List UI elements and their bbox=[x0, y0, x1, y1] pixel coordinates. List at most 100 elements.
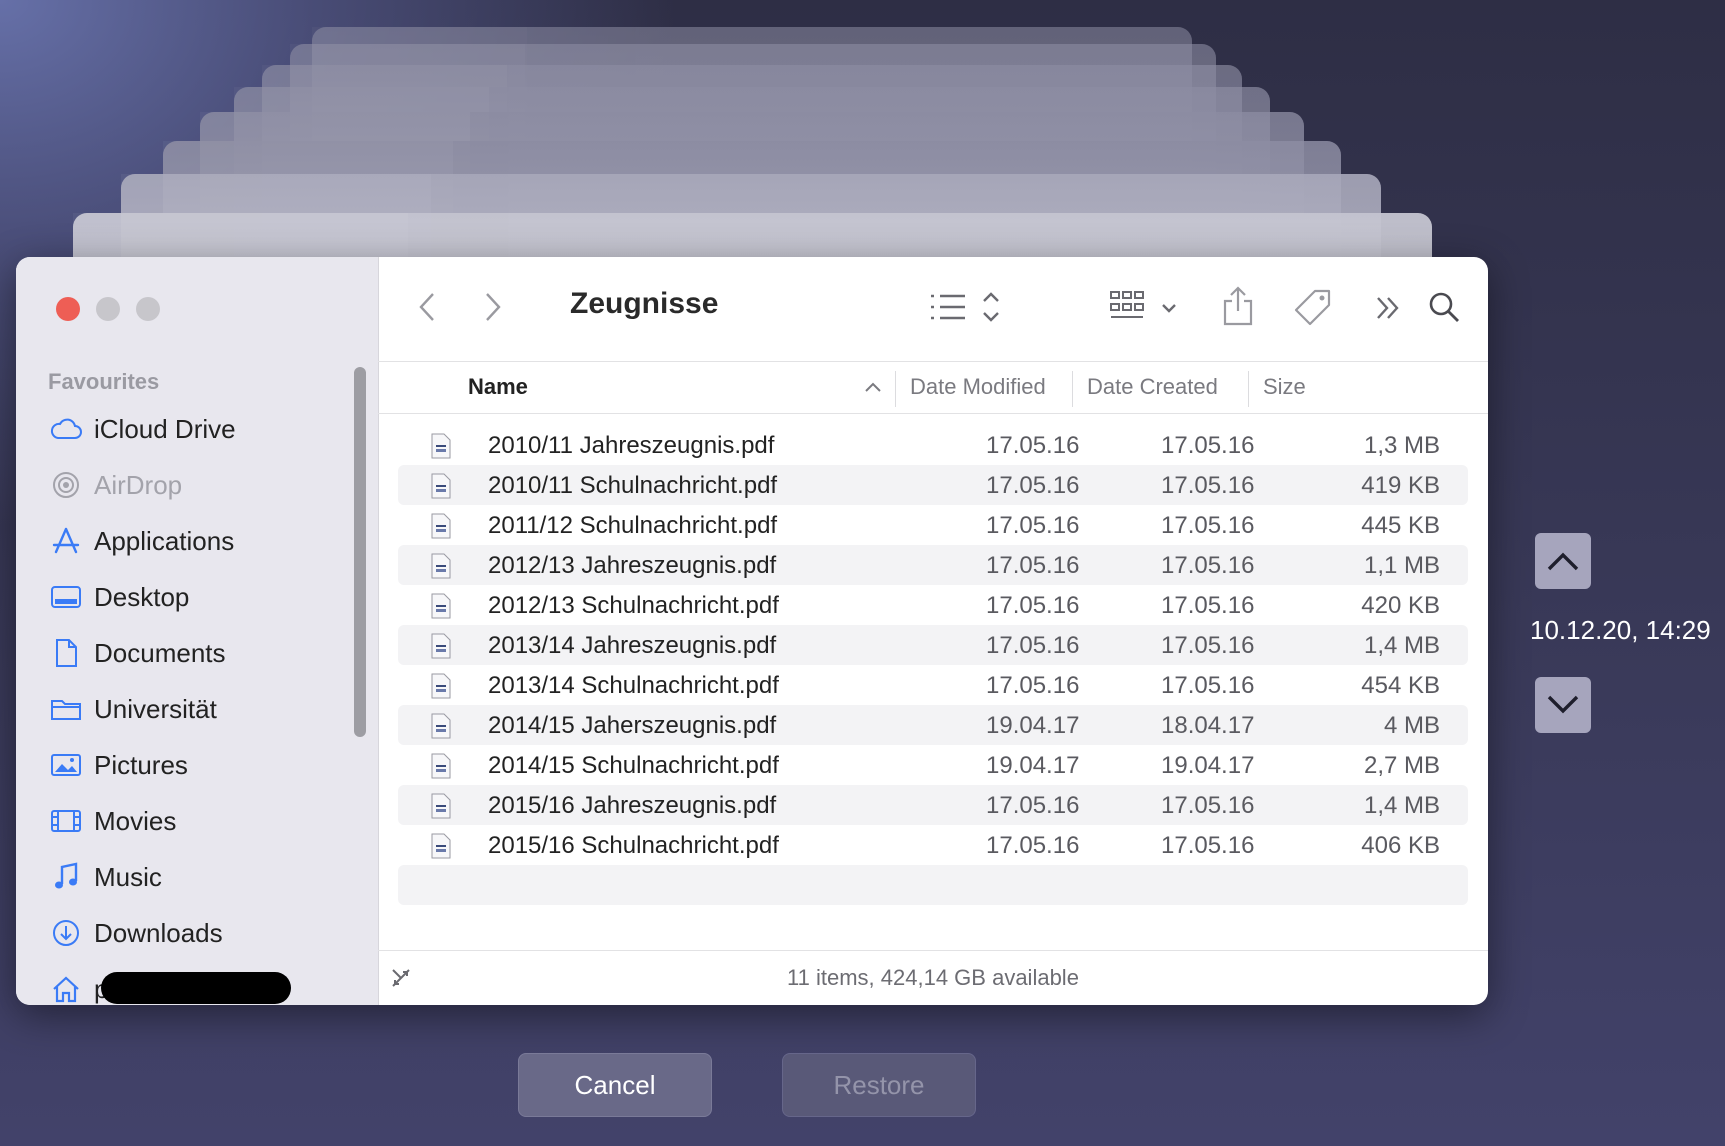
file-date-created: 17.05.16 bbox=[1161, 632, 1255, 659]
column-header-date-created[interactable]: Date Created bbox=[1087, 361, 1218, 413]
grid-view-icon bbox=[1110, 291, 1176, 318]
column-header-date-modified[interactable]: Date Modified bbox=[910, 361, 1046, 413]
search-button[interactable] bbox=[1426, 289, 1462, 325]
file-date-modified: 17.05.16 bbox=[986, 552, 1080, 579]
list-view-icon bbox=[931, 292, 999, 322]
snapshot-timestamp: 10.12.20, 14:29 bbox=[1530, 615, 1711, 645]
group-button[interactable] bbox=[1108, 287, 1188, 327]
file-date-created: 17.05.16 bbox=[1161, 512, 1255, 539]
file-name: 2013/14 Schulnachricht.pdf bbox=[488, 672, 779, 699]
list-view-button[interactable] bbox=[928, 287, 1008, 327]
file-row[interactable]: 2010/11 Schulnachricht.pdf 17.05.16 17.05.… bbox=[398, 465, 1468, 505]
file-date-modified: 17.05.16 bbox=[986, 432, 1080, 459]
empty-row bbox=[398, 865, 1468, 905]
favourites-heading: Favourites bbox=[48, 369, 160, 394]
file-row[interactable]: 2012/13 Schulnachricht.pdf 17.05.16 17.05.… bbox=[398, 585, 1468, 625]
column-header-name[interactable]: Name bbox=[468, 361, 528, 413]
sidebar-item-music[interactable]: Music bbox=[48, 855, 348, 899]
pdf-file-icon bbox=[431, 673, 451, 699]
file-date-modified: 17.05.16 bbox=[986, 592, 1080, 619]
file-date-created: 17.05.16 bbox=[1161, 832, 1255, 859]
more-toolbar-button[interactable] bbox=[1372, 293, 1404, 323]
file-row[interactable]: 2012/13 Jahreszeugnis.pdf 17.05.16 17.05.1… bbox=[398, 545, 1468, 585]
sidebar-item-movies[interactable]: Movies bbox=[48, 799, 348, 843]
music-icon bbox=[48, 861, 84, 893]
pdf-file-icon bbox=[431, 793, 451, 819]
zoom-button[interactable] bbox=[136, 297, 160, 321]
later-snapshot-button[interactable] bbox=[1535, 677, 1591, 733]
file-name: 2014/15 Schulnachricht.pdf bbox=[488, 752, 779, 779]
sidebar-item-label: Documents bbox=[94, 637, 226, 668]
file-row[interactable]: 2015/16 Schulnachricht.pdf 17.05.16 17.05.… bbox=[398, 825, 1468, 865]
file-size: 4 MB bbox=[1383, 712, 1440, 739]
pdf-file-icon bbox=[431, 833, 451, 859]
file-row[interactable]: 2011/12 Schulnachricht.pdf 17.05.16 17.05.… bbox=[398, 505, 1468, 545]
status-bar: 11 items, 424,14 GB available bbox=[378, 950, 1488, 1005]
file-date-modified: 19.04.17 bbox=[986, 752, 1080, 779]
back-button[interactable] bbox=[412, 289, 442, 325]
folder-icon bbox=[48, 693, 84, 725]
sidebar-item-applications[interactable]: Applications bbox=[48, 519, 348, 563]
sidebar-item-icloud-drive[interactable]: iCloud Drive bbox=[48, 407, 348, 451]
file-size: 419 KB bbox=[1361, 472, 1440, 499]
pdf-file-icon bbox=[431, 433, 451, 459]
chevron-right-icon bbox=[486, 293, 501, 321]
file-name: 2015/16 Jahreszeugnis.pdf bbox=[488, 792, 777, 819]
file-row[interactable]: 2015/16 Jahreszeugnis.pdf 17.05.16 17.05.1… bbox=[398, 785, 1468, 825]
sidebar-item-universitat[interactable]: Universität bbox=[48, 687, 348, 731]
file-row[interactable]: 2014/15 Schulnachricht.pdf 19.04.17 19.04.… bbox=[398, 745, 1468, 785]
file-size: 420 KB bbox=[1361, 592, 1440, 619]
file-date-created: 18.04.17 bbox=[1161, 712, 1255, 739]
chevron-left-icon bbox=[419, 293, 434, 321]
pdf-file-icon bbox=[431, 553, 451, 579]
sidebar-item-downloads[interactable]: Downloads bbox=[48, 911, 348, 955]
column-header-size[interactable]: Size bbox=[1263, 361, 1306, 413]
desktop-icon bbox=[48, 581, 84, 613]
share-button[interactable] bbox=[1218, 283, 1258, 329]
share-icon bbox=[1223, 286, 1253, 326]
file-date-modified: 17.05.16 bbox=[986, 792, 1080, 819]
pdf-file-icon bbox=[431, 633, 451, 659]
file-date-created: 17.05.16 bbox=[1161, 552, 1255, 579]
file-size: 406 KB bbox=[1361, 832, 1440, 859]
tag-button[interactable] bbox=[1292, 287, 1334, 329]
home-icon bbox=[48, 973, 84, 1005]
column-separator[interactable] bbox=[895, 371, 896, 407]
file-size: 445 KB bbox=[1361, 512, 1440, 539]
airdrop-icon bbox=[48, 469, 84, 501]
sidebar-item-label: Universität bbox=[94, 693, 217, 724]
file-size: 2,7 MB bbox=[1363, 752, 1440, 779]
sidebar-item-airdrop[interactable]: AirDrop bbox=[48, 463, 348, 507]
file-name: 2010/11 Schulnachricht.pdf bbox=[488, 472, 778, 499]
restore-button[interactable]: Restore bbox=[782, 1053, 976, 1117]
file-name: 2011/12 Schulnachricht.pdf bbox=[488, 512, 778, 539]
finder-window: Favourites iCloud Drive AirDrop Applicat… bbox=[16, 257, 1488, 1005]
file-date-created: 17.05.16 bbox=[1161, 672, 1255, 699]
pictures-icon bbox=[48, 749, 84, 781]
file-name: 2014/15 Jaherszeugnis.pdf bbox=[488, 712, 777, 739]
sidebar-item-label: AirDrop bbox=[94, 469, 183, 500]
file-date-modified: 17.05.16 bbox=[986, 632, 1080, 659]
column-separator[interactable] bbox=[1248, 371, 1249, 407]
forward-button[interactable] bbox=[478, 289, 508, 325]
pdf-file-icon bbox=[431, 593, 451, 619]
file-row[interactable]: 2010/11 Jahreszeugnis.pdf 17.05.16 17.05.1… bbox=[398, 425, 1468, 465]
minimize-button[interactable] bbox=[96, 297, 120, 321]
file-row[interactable]: 2013/14 Schulnachricht.pdf 17.05.16 17.05.… bbox=[398, 665, 1468, 705]
sidebar-item-pictures[interactable]: Pictures bbox=[48, 743, 348, 787]
pdf-file-icon bbox=[431, 713, 451, 739]
chevron-up-icon bbox=[1547, 552, 1579, 571]
earlier-snapshot-button[interactable] bbox=[1535, 533, 1591, 589]
cancel-button[interactable]: Cancel bbox=[518, 1053, 712, 1117]
sidebar-item-desktop[interactable]: Desktop bbox=[48, 575, 348, 619]
file-date-modified: 17.05.16 bbox=[986, 672, 1080, 699]
sidebar-scrollbar[interactable] bbox=[354, 367, 366, 737]
file-size: 1,1 MB bbox=[1363, 552, 1440, 579]
close-button[interactable] bbox=[56, 297, 80, 321]
sort-ascending-icon bbox=[865, 382, 881, 392]
file-row[interactable]: 2014/15 Jaherszeugnis.pdf 19.04.17 18.04.1… bbox=[398, 705, 1468, 745]
pdf-file-icon bbox=[431, 513, 451, 539]
column-separator[interactable] bbox=[1072, 371, 1073, 407]
sidebar-item-documents[interactable]: Documents bbox=[48, 631, 348, 675]
file-row[interactable]: 2013/14 Jahreszeugnis.pdf 17.05.16 17.05.1… bbox=[398, 625, 1468, 665]
